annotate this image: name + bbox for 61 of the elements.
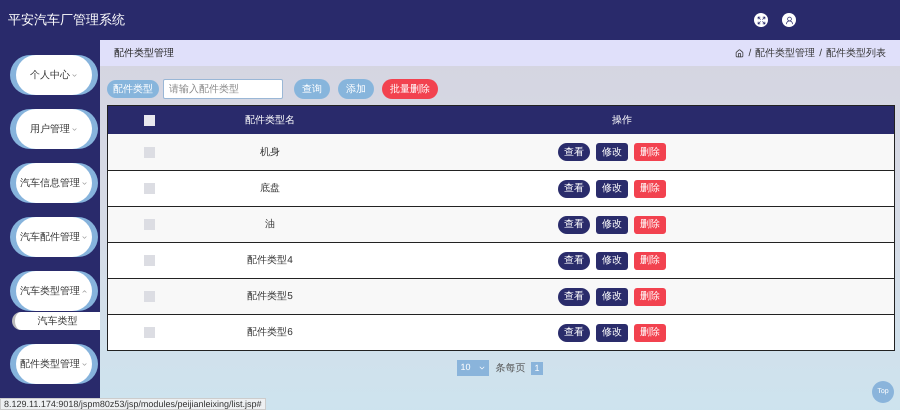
search-label: 配件类型 [107, 80, 159, 98]
caret-icon [81, 234, 88, 240]
action-button[interactable]: 删除 [634, 180, 666, 198]
sidebar-item[interactable]: 汽车配件管理 [10, 217, 98, 257]
action-button[interactable]: 修改 [596, 143, 628, 161]
column-header: 操作 [612, 114, 632, 128]
app-title: 平安汽车厂管理系统 [8, 11, 125, 30]
search-field[interactable]: 请输入配件类型 [163, 79, 283, 99]
action-button[interactable]: 删除 [634, 216, 666, 234]
table-cell-text: 配件类型5 [247, 290, 293, 304]
page-size-label: 条每页 [495, 362, 526, 376]
action-button[interactable]: 查看 [558, 252, 590, 270]
checkbox[interactable] [144, 291, 154, 302]
checkbox[interactable] [144, 114, 154, 126]
fullscreen-icon[interactable] [754, 13, 768, 27]
action-button[interactable]: 查看 [558, 324, 590, 342]
table-cell-text: 机身 [260, 146, 280, 160]
sidebar-item[interactable]: 用户管理 [10, 109, 98, 149]
checkbox[interactable] [144, 183, 154, 194]
action-button[interactable]: 删除 [634, 324, 666, 342]
caret-icon [81, 288, 88, 294]
checkbox[interactable] [144, 146, 154, 158]
action-button[interactable]: 修改 [596, 324, 628, 342]
action-button[interactable]: 查看 [558, 143, 590, 161]
user-icon[interactable] [782, 13, 796, 27]
table-cell-text: 配件类型6 [247, 326, 293, 340]
action-button[interactable]: 修改 [596, 216, 628, 234]
sidebar-item[interactable]: 配件类型管理 [10, 344, 98, 384]
submenu-item[interactable]: 汽车类型 [12, 312, 100, 330]
table-cell-text: 配件类型4 [247, 254, 293, 268]
action-button[interactable]: 查看 [558, 288, 590, 306]
breadcrumb-link[interactable]: 配件类型列表 [826, 46, 886, 60]
action-button[interactable]: 删除 [634, 288, 666, 306]
breadcrumb-separator: / [747, 46, 752, 60]
caret-icon [478, 364, 486, 372]
caret-icon [71, 72, 78, 78]
caret-icon [81, 360, 88, 368]
caret-icon [81, 180, 88, 186]
table-cell-text: 底盘 [260, 182, 280, 196]
column-header: 配件类型名 [245, 114, 295, 128]
sidebar-item[interactable]: 汽车信息管理 [10, 163, 98, 203]
breadcrumb-separator: / [818, 46, 823, 60]
checkbox[interactable] [144, 219, 154, 230]
action-button[interactable]: 修改 [596, 180, 628, 198]
action-button[interactable]: 修改 [596, 252, 628, 270]
status-bar-url: 8.129.11.174:9018/jspm80z53/jsp/modules/peijianleixing/list.jsp# [0, 398, 266, 410]
checkbox[interactable] [144, 327, 154, 338]
sidebar-item[interactable]: 汽车类型管理 [10, 271, 98, 311]
page-title: 配件类型管理 [114, 46, 174, 60]
breadcrumb-link[interactable]: 配件类型管理 [755, 46, 816, 60]
action-button[interactable]: 删除 [634, 252, 666, 270]
action-button[interactable]: 查看 [558, 180, 590, 198]
table-cell-text: 油 [265, 218, 275, 232]
action-button[interactable]: 删除 [634, 143, 666, 161]
action-button[interactable]: 修改 [596, 288, 628, 306]
home-icon[interactable] [735, 48, 744, 58]
action-button[interactable]: 查看 [558, 216, 590, 234]
sidebar-item[interactable]: 个人中心 [10, 55, 98, 95]
caret-icon [71, 126, 78, 132]
toolbar-button[interactable]: 批量删除 [382, 79, 438, 99]
checkbox[interactable] [144, 255, 154, 266]
